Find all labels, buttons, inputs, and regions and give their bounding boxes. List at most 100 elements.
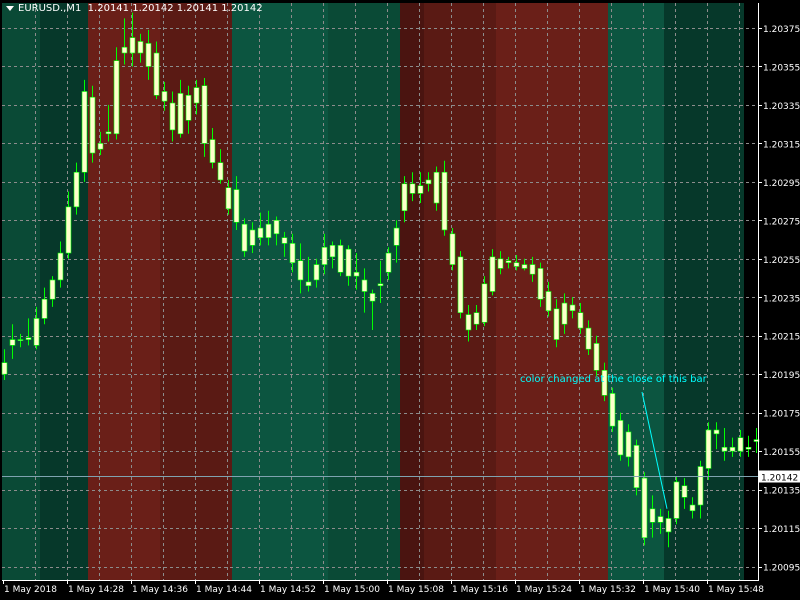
candle-body-bull <box>65 206 72 254</box>
x-tick-label: 1 May 2018 <box>4 585 57 595</box>
candle-body-bull <box>689 504 696 512</box>
candle-body-bear <box>649 508 656 523</box>
x-tick-label: 1 May 14:28 <box>68 585 124 595</box>
x-tick-label: 1 May 15:24 <box>516 585 572 595</box>
candle-body-bull <box>681 485 688 498</box>
candle <box>457 251 464 319</box>
candle-body-bear <box>433 171 440 204</box>
candle-body-bear <box>729 446 736 452</box>
trend-zone-down <box>496 3 608 580</box>
candle <box>89 85 96 163</box>
x-tick-label: 1 May 15:32 <box>580 585 636 595</box>
candle-body-bull <box>57 252 64 281</box>
candle-body-bear <box>417 185 424 194</box>
candle-body-bear <box>425 179 432 185</box>
candle-body-bear <box>209 139 216 163</box>
candle-body-bull <box>489 256 496 292</box>
candle-body-bear <box>593 343 600 371</box>
x-tick-label: 1 May 15:40 <box>644 585 700 595</box>
candle-body-bear <box>545 291 552 312</box>
candle-body-bull <box>193 87 200 104</box>
dropdown-arrow-icon[interactable] <box>6 5 14 11</box>
x-tick-label: 1 May 14:36 <box>132 585 188 595</box>
candle <box>673 476 680 525</box>
candle-body-bear <box>633 445 640 488</box>
candle-body-bull <box>81 91 88 173</box>
y-tick-label: 1.20335 <box>763 102 800 112</box>
candle-body-bear <box>169 102 176 131</box>
candle-body-bull <box>737 437 744 452</box>
y-tick-label: 1.20255 <box>763 256 800 266</box>
candle <box>337 239 344 277</box>
candle-body-bear <box>521 264 528 269</box>
candle-body-bear <box>377 283 384 287</box>
candle-body-bull <box>145 43 152 67</box>
candle-body-bear <box>585 327 592 350</box>
candle <box>609 387 616 432</box>
candle-body-bear <box>617 420 624 456</box>
candle-body-bear <box>441 171 448 231</box>
candle-body-bear <box>569 304 576 312</box>
candle-body-bull <box>49 279 56 300</box>
background-zones <box>0 0 800 600</box>
y-tick-label: 1.20175 <box>763 410 800 420</box>
candle <box>633 439 640 496</box>
candle-body-bear <box>201 85 208 144</box>
candle-body-bull <box>25 337 32 340</box>
candle-body-bull <box>257 227 264 238</box>
candle <box>449 228 456 271</box>
candle-body-bear <box>233 189 240 223</box>
candle-body-bear <box>337 245 344 273</box>
candle-body-bull <box>561 302 568 325</box>
candle-body-bull <box>329 245 336 258</box>
candlestick-chart: 1.20375 1.20355 1.20335 1.20315 1.20295 1.202… <box>0 0 800 600</box>
trend-zone-up <box>232 3 328 580</box>
y-tick-label: 1.20215 <box>763 333 800 343</box>
x-tick-label: 1 May 14:52 <box>260 585 316 595</box>
candle <box>481 276 488 327</box>
candle-body-bear <box>497 258 504 269</box>
y-tick-label: 1.20275 <box>763 217 800 227</box>
candle-body-bull <box>705 429 712 469</box>
candle-body-bear <box>505 260 512 263</box>
candle-body-bear <box>289 243 296 263</box>
symbol-header[interactable]: EURUSD.,M1 1.20141 1.20142 1.20141 1.201… <box>6 3 263 14</box>
candle-body-bear <box>345 248 352 277</box>
x-tick-label: 1 May 15:48 <box>708 585 764 595</box>
candle <box>241 218 248 257</box>
candle-body-bear <box>449 233 456 265</box>
candle-body-bull <box>385 252 392 273</box>
y-tick-label: 1.20155 <box>763 448 800 458</box>
y-tick-label: 1.20235 <box>763 294 800 304</box>
trend-zone-down <box>88 3 160 580</box>
candle-body-bull <box>17 339 24 341</box>
y-tick-label: 1.20095 <box>763 564 800 574</box>
candle-body-bear <box>625 431 632 458</box>
candle-body-bull <box>89 96 96 154</box>
candle-body-bull <box>401 183 408 212</box>
y-tick-label: 1.20295 <box>763 179 800 189</box>
candle <box>81 79 88 182</box>
trend-zone-up <box>40 3 88 580</box>
x-tick-label: 1 May 15:08 <box>388 585 444 595</box>
candle-body-bear <box>361 279 368 292</box>
candle-body-bear <box>161 91 168 102</box>
candle-body-bull <box>353 271 360 277</box>
candle-body-bull <box>657 516 664 523</box>
x-tick-label: 1 May 14:44 <box>196 585 252 595</box>
candle-body-bear <box>217 162 224 181</box>
candle-body-bull <box>177 93 184 135</box>
candle-body-bull <box>41 298 48 319</box>
candle-body-bear <box>537 268 544 300</box>
candle <box>641 472 648 546</box>
candle-body-bear <box>577 312 584 329</box>
y-tick-label: 1.20315 <box>763 140 800 150</box>
y-tick-label: 1.20115 <box>763 525 800 535</box>
candle-body-bull <box>321 246 328 265</box>
candle-body-bull <box>313 264 320 281</box>
trend-zone-down <box>400 3 424 580</box>
candle-body-bear <box>273 220 280 235</box>
candle-body-bull <box>393 227 400 246</box>
candle-body-bull <box>113 60 120 135</box>
annotation-text: color changed at the close of this bar <box>520 374 708 385</box>
